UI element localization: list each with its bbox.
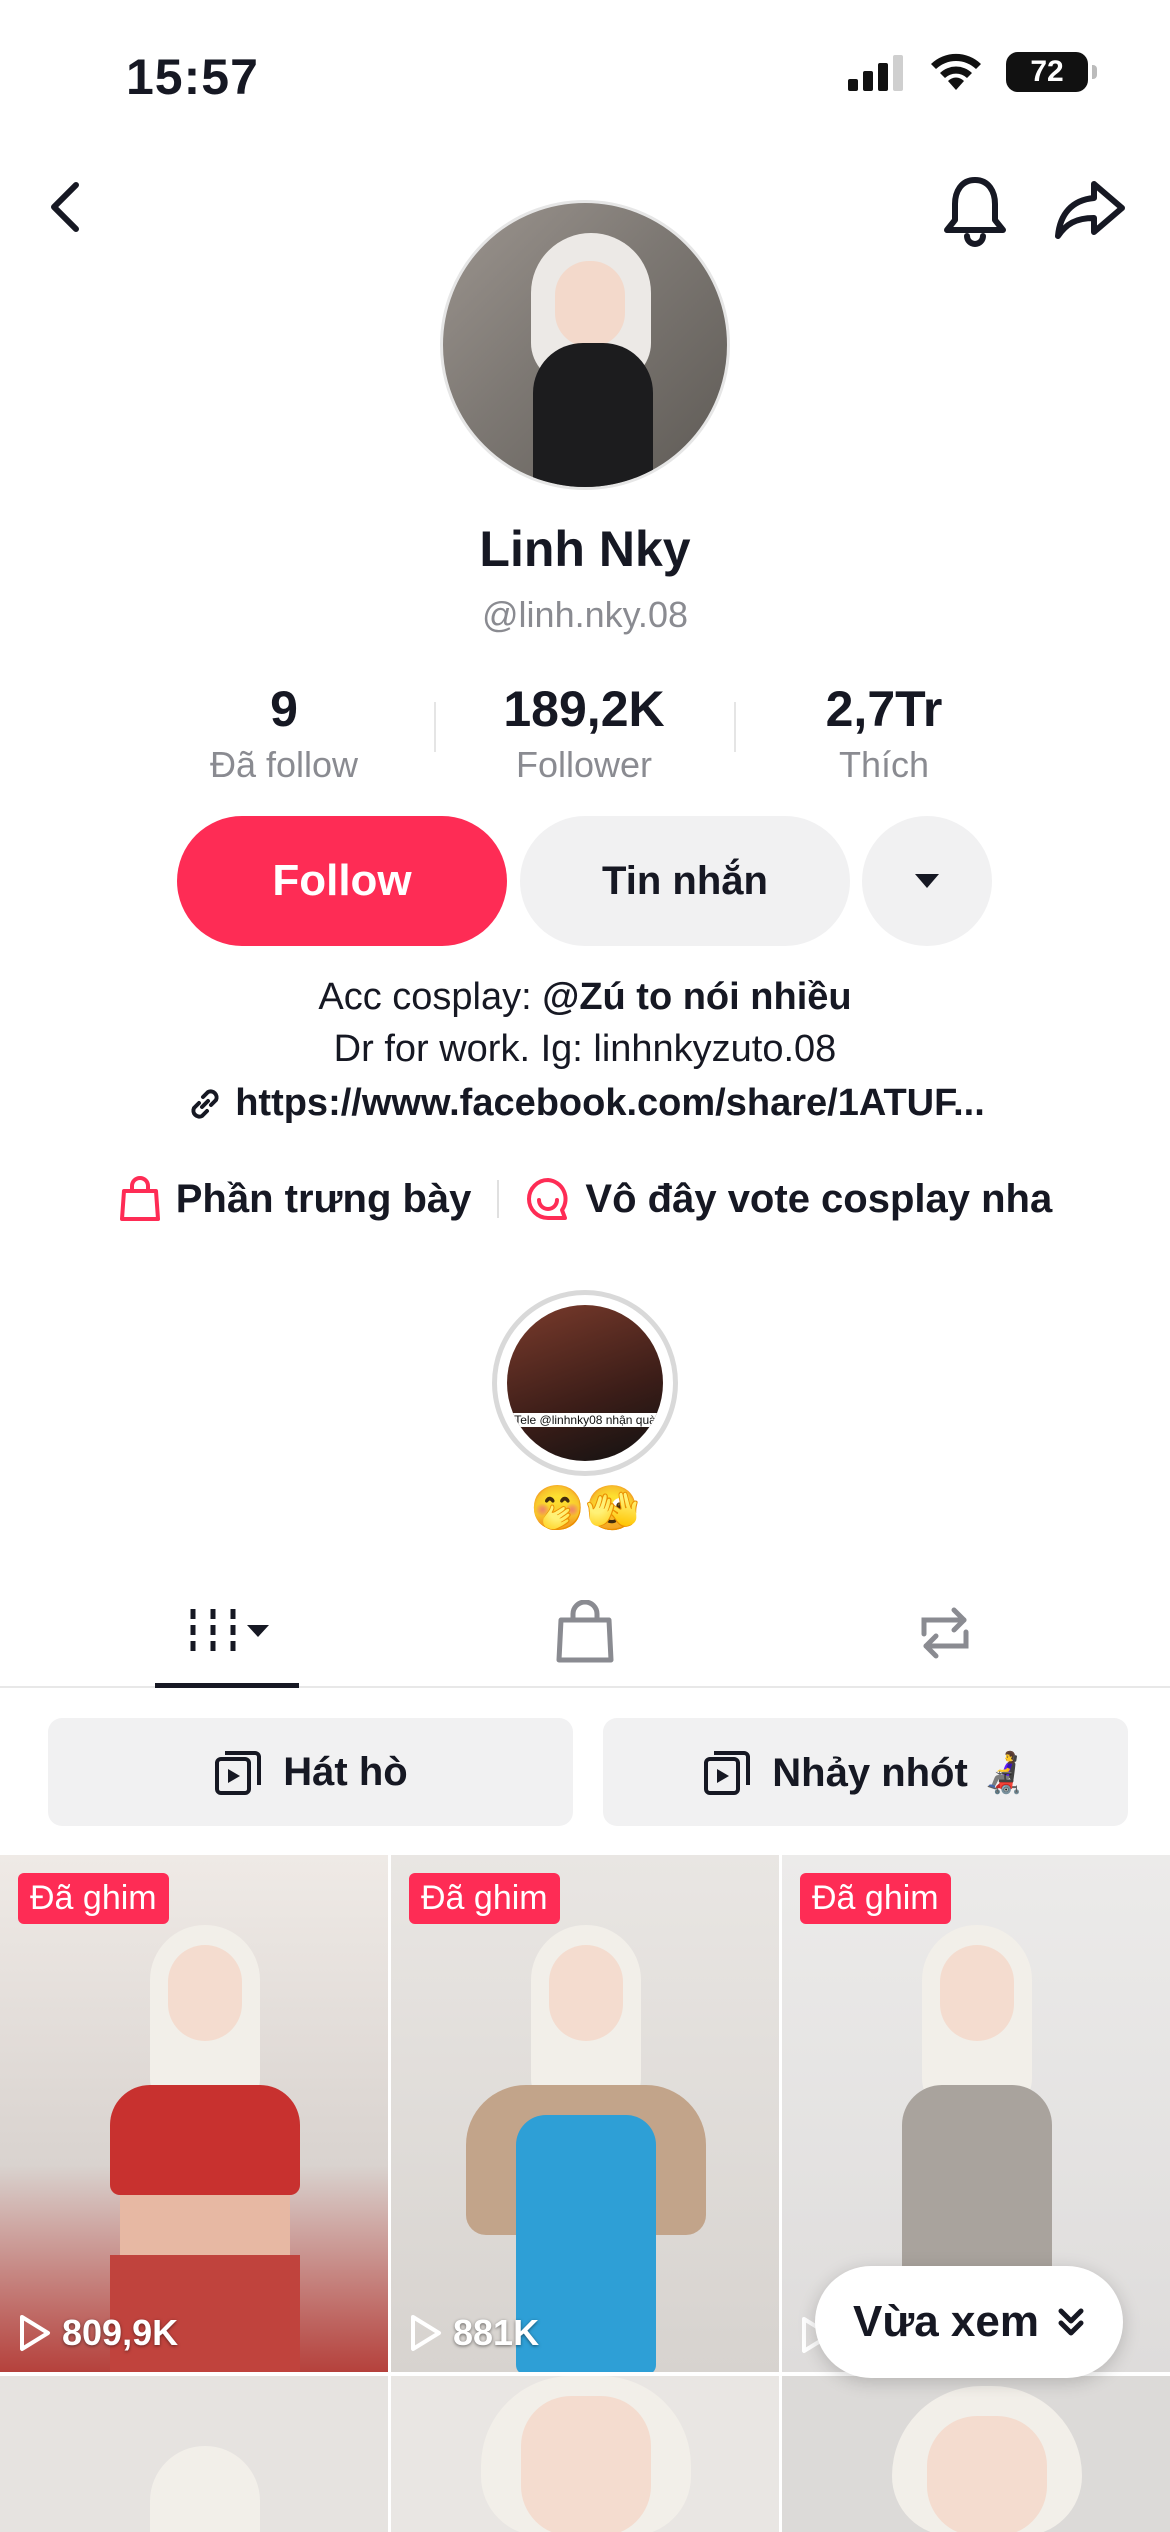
bio-mention-link[interactable]: @Zú to nói nhiều [542, 976, 851, 1018]
message-button[interactable]: Tin nhắn [520, 816, 850, 946]
followers-stat[interactable]: 189,2K Follower [434, 680, 734, 786]
share-arrow-icon [1055, 181, 1125, 239]
playlist-icon [704, 1751, 751, 1795]
shopping-bag-icon [119, 1176, 160, 1221]
cellular-signal-icon [848, 55, 903, 91]
status-indicators: 72 [846, 52, 1097, 92]
followers-label: Follower [515, 744, 653, 785]
recently-watched-button[interactable]: Vừa xem [815, 2266, 1123, 2378]
suggested-accounts-button[interactable] [862, 816, 992, 946]
share-button[interactable] [1050, 170, 1130, 250]
followers-count: 189,2K [503, 681, 665, 737]
likes-label: Thích [838, 744, 930, 785]
bell-icon [944, 177, 1006, 247]
likes-count: 2,7Tr [825, 681, 943, 737]
view-count: 881K [409, 2312, 539, 2354]
play-icon [411, 2315, 441, 2351]
view-count-text: 809,9K [62, 2312, 179, 2353]
vote-link[interactable]: Vô đây vote cosplay nha [525, 1176, 1052, 1222]
pinned-badge: Đã ghim [18, 1873, 169, 1924]
back-button[interactable] [34, 172, 94, 242]
following-count: 9 [270, 681, 298, 737]
video-thumbnail[interactable] [782, 2376, 1170, 2532]
playlist-button[interactable]: Nhảy nhót 👩‍🦼 [603, 1718, 1128, 1826]
repost-icon [921, 1607, 969, 1659]
pinned-badge: Đã ghim [800, 1873, 951, 1924]
bio-prefix: Acc cosplay: [318, 976, 543, 1018]
tab-videos[interactable] [35, 1580, 425, 1688]
following-stat[interactable]: 9 Đã follow [134, 680, 434, 786]
profile-avatar[interactable] [440, 200, 730, 490]
content-tabs [0, 1580, 1170, 1688]
tab-reposts[interactable] [750, 1580, 1140, 1686]
vote-label: Vô đây vote cosplay nha [585, 1176, 1053, 1221]
story-highlight[interactable]: Tele @linhnky08 nhận quà [492, 1290, 678, 1476]
chevron-left-icon [51, 182, 79, 232]
shopping-bag-icon [556, 1600, 614, 1663]
double-chevron-down-icon [1058, 2308, 1084, 2336]
bio-link-text: https://www.facebook.com/share/1ATUF... [235, 1082, 985, 1124]
recently-watched-label: Vừa xem [853, 2297, 1039, 2346]
playlist-button[interactable]: Hát hò [48, 1718, 573, 1826]
wifi-icon [931, 53, 981, 90]
profile-handle: @linh.nky.08 [482, 594, 688, 635]
view-count: 809,9K [18, 2312, 178, 2354]
playlist-icon [215, 1751, 262, 1795]
story-highlight-label: 🤭🫣 [530, 1484, 640, 1533]
bio-external-link[interactable]: https://www.facebook.com/share/1ATUF... [0, 1082, 1170, 1125]
video-grid-icon [190, 1609, 269, 1657]
links-divider [497, 1180, 500, 1218]
playlist-label: Nhảy nhót 👩‍🦼 [772, 1750, 1029, 1795]
showcase-link[interactable]: Phần trưng bày [118, 1175, 472, 1223]
following-label: Đã follow [209, 744, 359, 785]
profile-screen: 15:57 72 Linh Nky @linh.nky.08 9 Đã foll… [0, 0, 1170, 2532]
video-thumbnail[interactable] [391, 2376, 779, 2532]
bio-line-1: Acc cosplay: @Zú to nói nhiều [0, 976, 1170, 1019]
view-count-text: 881K [453, 2312, 540, 2353]
status-time: 15:57 [126, 49, 259, 105]
link-icon [191, 1088, 219, 1119]
notification-bell-button[interactable] [935, 170, 1015, 250]
profile-links-row: Phần trưng bày Vô đây vote cosplay nha [0, 1175, 1170, 1223]
video-thumbnail[interactable] [0, 2376, 388, 2532]
video-thumbnail[interactable]: Đã ghim 881K [391, 1855, 779, 2372]
pinned-badge: Đã ghim [409, 1873, 560, 1924]
chat-bubble-icon [527, 1178, 568, 1220]
bio-line-2: Dr for work. Ig: linhnkyzuto.08 [333, 1028, 837, 1070]
profile-name: Linh Nky [479, 521, 691, 577]
playlist-label: Hát hò [283, 1749, 408, 1794]
battery-indicator: 72 [1006, 52, 1097, 92]
play-icon [20, 2315, 50, 2351]
video-thumbnail[interactable]: Đã ghim 809,9K [0, 1855, 388, 2372]
follow-button[interactable]: Follow [177, 816, 507, 946]
caret-down-icon [915, 874, 939, 888]
tab-shop[interactable] [390, 1580, 780, 1686]
active-tab-indicator [155, 1683, 299, 1688]
likes-stat[interactable]: 2,7Tr Thích [734, 680, 1034, 786]
showcase-label: Phần trưng bày [175, 1176, 472, 1221]
story-highlight-caption: Tele @linhnky08 nhận quà [507, 1413, 663, 1427]
story-highlight-thumbnail: Tele @linhnky08 nhận quà [507, 1305, 663, 1461]
